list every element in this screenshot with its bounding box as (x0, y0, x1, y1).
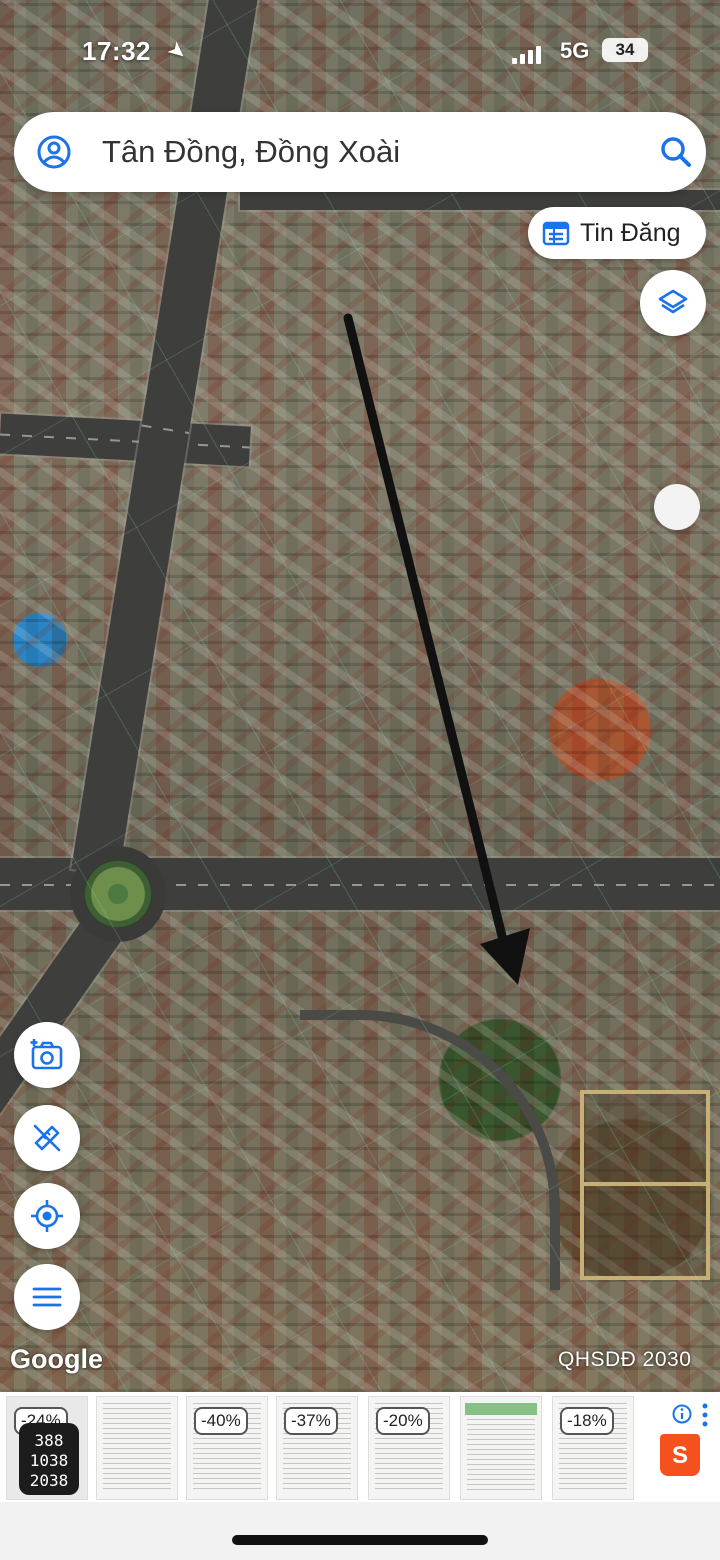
search-query-text[interactable]: Tân Đồng, Đồng Xoài (102, 134, 400, 170)
signal-bars-icon (512, 44, 542, 64)
more-vertical-icon[interactable] (700, 1402, 710, 1428)
ad-item[interactable] (460, 1396, 542, 1500)
location-arrow-icon: ➤ (162, 35, 193, 67)
product-device-image: 388 1038 2038 (19, 1423, 79, 1495)
menu-button[interactable] (14, 1264, 80, 1330)
planning-layer-label: QHSDĐ 2030 (558, 1348, 692, 1371)
calendar-list-icon (542, 221, 570, 246)
my-location-button[interactable] (14, 1183, 80, 1249)
shopping-bag-icon[interactable]: S (660, 1434, 700, 1476)
measure-button[interactable] (14, 1105, 80, 1171)
gps-target-icon (31, 1200, 63, 1232)
ad-item[interactable]: -37% (276, 1396, 358, 1500)
status-bar: 17:32 ➤ 5G 34 (0, 28, 720, 72)
search-icon[interactable] (658, 134, 694, 170)
ad-item[interactable]: -24% 388 1038 2038 (6, 1396, 88, 1500)
ad-item[interactable]: -20% (368, 1396, 450, 1500)
ad-item[interactable]: -18% (552, 1396, 634, 1500)
compass-button[interactable] (654, 484, 700, 530)
discount-badge: -40% (194, 1407, 248, 1435)
discount-badge: -18% (560, 1407, 614, 1435)
info-icon[interactable] (672, 1404, 692, 1424)
google-attribution: Google (10, 1344, 103, 1374)
network-type: 5G (560, 38, 590, 63)
listings-button[interactable]: Tin Đăng (528, 207, 706, 259)
listings-label: Tin Đăng (580, 218, 681, 247)
battery-indicator: 34 (602, 38, 648, 62)
document-thumbnail (103, 1403, 171, 1493)
discount-badge: -20% (376, 1407, 430, 1435)
ad-item[interactable] (96, 1396, 178, 1500)
add-photo-icon (30, 1039, 63, 1070)
layers-button[interactable] (640, 270, 706, 336)
add-photo-button[interactable] (14, 1022, 80, 1088)
status-time: 17:32 (82, 36, 151, 66)
document-thumbnail (467, 1419, 535, 1493)
account-icon[interactable] (36, 134, 72, 170)
layers-icon (658, 289, 688, 314)
home-indicator[interactable] (232, 1535, 488, 1545)
ad-item[interactable]: -40% (186, 1396, 268, 1500)
ad-banner[interactable]: -24% 388 1038 2038 -40% -37% -20% -18% (0, 1392, 720, 1502)
ad-header-strip (465, 1403, 537, 1415)
discount-badge: -37% (284, 1407, 338, 1435)
ruler-pencil-icon (33, 1124, 61, 1152)
bottom-safe-area (0, 1502, 720, 1560)
search-bar[interactable]: Tân Đồng, Đồng Xoài (14, 112, 706, 192)
hamburger-menu-icon (32, 1287, 62, 1307)
